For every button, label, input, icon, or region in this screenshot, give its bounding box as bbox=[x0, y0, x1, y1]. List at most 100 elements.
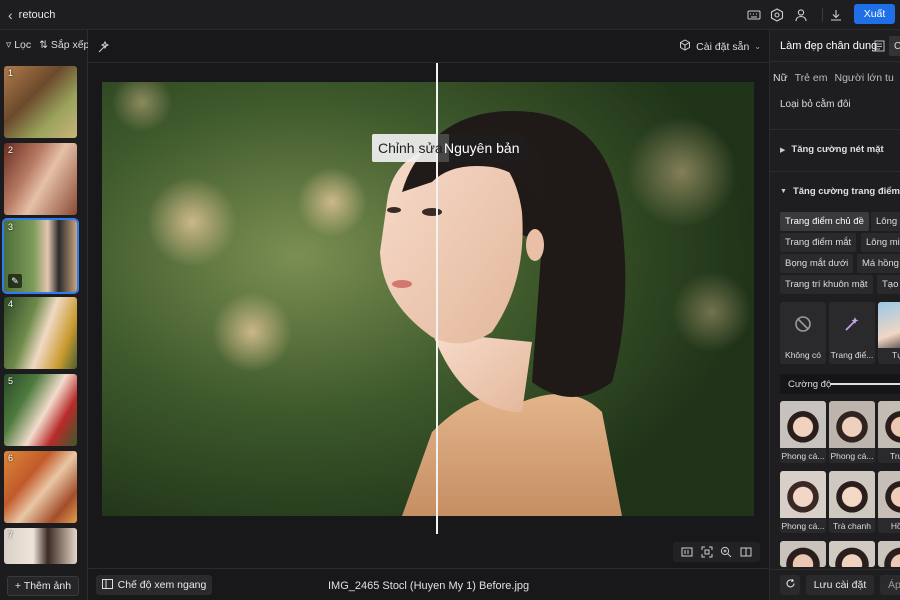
tab-children[interactable]: Trẻ em bbox=[795, 72, 828, 84]
style-thumbnail bbox=[780, 541, 826, 567]
save-settings-button[interactable]: Lưu cài đặt bbox=[806, 575, 874, 595]
style-label: Phong cá... bbox=[781, 451, 825, 461]
split-view-icon bbox=[101, 578, 113, 592]
filter-button[interactable]: ▿ Lọc bbox=[6, 39, 31, 51]
chip-contour[interactable]: Tạo k bbox=[877, 275, 900, 294]
chip-eye-makeup[interactable]: Trang điểm mắt bbox=[780, 233, 857, 252]
style-thumbnail bbox=[829, 471, 875, 518]
photo-thumbnail-selected[interactable]: 3 ✎ bbox=[2, 218, 79, 294]
top-bar: ‹ retouch Xuất bbox=[0, 0, 900, 30]
thumbnail-number: 6 bbox=[8, 453, 14, 463]
caret-right-icon: ▶ bbox=[780, 146, 786, 154]
makeup-auto-card[interactable]: Trang điể... bbox=[829, 302, 875, 364]
makeup-style-card[interactable] bbox=[780, 541, 826, 567]
makeup-none-card[interactable]: Không có bbox=[780, 302, 826, 364]
apply-button[interactable]: Áp bbox=[880, 575, 900, 595]
download-icon[interactable] bbox=[828, 7, 844, 23]
makeup-style-card[interactable]: Phong cá... bbox=[780, 471, 826, 533]
adjustments-panel: Làm đẹp chân dung Cl Nữ Trẻ em Người lớn… bbox=[769, 30, 900, 600]
card-label: Không có bbox=[785, 350, 821, 360]
filmstrip-toolbar: ▿ Lọc ⇅ Sắp xếp bbox=[6, 39, 89, 51]
preset-dropdown[interactable]: Cài đặt sẵn ⌄ bbox=[679, 39, 761, 54]
photo-thumbnail[interactable]: 5 bbox=[4, 374, 77, 446]
chip-eyelash[interactable]: Lông mi bbox=[861, 233, 900, 252]
file-name: IMG_2465 Stocl (Huyen My 1) Before.jpg bbox=[328, 580, 530, 592]
zoom-toolbar bbox=[673, 542, 760, 562]
edited-badge-icon: ✎ bbox=[8, 274, 22, 288]
makeup-style-card[interactable]: Trung bbox=[878, 401, 900, 463]
photo-thumbnail[interactable]: 6 bbox=[4, 451, 77, 523]
caret-down-icon: ▼ bbox=[780, 188, 787, 195]
remove-double-chin-option[interactable]: Loại bỏ cằm đôi bbox=[780, 99, 851, 110]
chip-eyebrow[interactable]: Lông bbox=[871, 212, 900, 231]
back-button[interactable]: ‹ retouch bbox=[8, 6, 55, 24]
magic-wand-icon[interactable] bbox=[97, 40, 111, 54]
style-thumbnail bbox=[780, 401, 826, 448]
canvas-area: Cài đặt sẵn ⌄ Chỉnh sửa Nguyên bản Chế đ… bbox=[88, 30, 769, 600]
makeup-style-card[interactable]: Phong cá... bbox=[780, 401, 826, 463]
style-label: Phong cá... bbox=[781, 521, 825, 531]
add-photo-button[interactable]: + Thêm ảnh bbox=[7, 576, 79, 596]
panel-title: Làm đẹp chân dung bbox=[780, 40, 878, 52]
view-mode-button[interactable]: Chế độ xem ngang bbox=[96, 575, 212, 595]
section-face-enhance[interactable]: ▶ Tăng cường nét mặt bbox=[780, 144, 884, 155]
intensity-label: Cường độ bbox=[788, 378, 832, 390]
sort-button[interactable]: ⇅ Sắp xếp bbox=[39, 39, 89, 51]
sparkle-wand-icon bbox=[842, 314, 862, 334]
makeup-style-card[interactable]: Hồng bbox=[878, 471, 900, 533]
cube-icon bbox=[679, 39, 691, 54]
actual-size-icon[interactable] bbox=[681, 546, 693, 558]
chip-under-eye[interactable]: Bọng mắt dưới bbox=[780, 254, 854, 273]
style-label: Trà chanh bbox=[833, 521, 871, 531]
makeup-style-card[interactable] bbox=[878, 541, 900, 567]
card-label: Trang điể... bbox=[830, 350, 874, 360]
style-label: Trung bbox=[890, 451, 900, 461]
makeup-style-card[interactable]: Trà chanh bbox=[829, 471, 875, 533]
document-icon[interactable] bbox=[874, 40, 886, 52]
user-icon[interactable] bbox=[793, 7, 809, 23]
divider bbox=[770, 569, 900, 570]
slider-track[interactable] bbox=[830, 383, 900, 385]
makeup-style-card[interactable]: Phong cá... bbox=[829, 401, 875, 463]
tab-female[interactable]: Nữ bbox=[773, 72, 788, 84]
compare-view-icon[interactable] bbox=[740, 546, 752, 558]
panel-header-button[interactable]: Cl bbox=[889, 36, 900, 56]
thumbnail-number: 4 bbox=[8, 299, 14, 309]
divider bbox=[88, 568, 769, 569]
makeup-natural-card[interactable]: Tự n bbox=[878, 302, 900, 364]
chip-face-decoration[interactable]: Trang trí khuôn mặt bbox=[780, 275, 873, 294]
thumbnail-number: 1 bbox=[8, 68, 14, 78]
card-thumbnail bbox=[878, 302, 900, 348]
divider bbox=[770, 129, 900, 130]
divider bbox=[770, 61, 900, 62]
divider bbox=[770, 171, 900, 172]
chip-theme-makeup[interactable]: Trang điểm chủ đề bbox=[780, 212, 869, 231]
thumbnail-number: 3 bbox=[8, 222, 14, 232]
divider bbox=[88, 62, 769, 63]
thumbnail-number: 5 bbox=[8, 376, 14, 386]
tab-elderly[interactable]: Người lớn tu bbox=[835, 72, 894, 84]
toolbar-divider bbox=[822, 8, 823, 22]
style-thumbnail bbox=[829, 401, 875, 448]
reset-button[interactable] bbox=[780, 575, 800, 595]
style-label: Phong cá... bbox=[830, 451, 874, 461]
settings-icon[interactable] bbox=[769, 7, 785, 23]
keyboard-icon[interactable] bbox=[746, 7, 762, 23]
style-label: Hồng bbox=[890, 521, 900, 531]
preset-label: Cài đặt sẵn bbox=[696, 40, 750, 53]
makeup-style-card[interactable] bbox=[829, 541, 875, 567]
style-thumbnail bbox=[878, 401, 900, 448]
photo-thumbnail[interactable]: 4 bbox=[4, 297, 77, 369]
view-mode-label: Chế độ xem ngang bbox=[117, 579, 207, 591]
style-thumbnail bbox=[780, 471, 826, 518]
intensity-slider[interactable]: Cường độ bbox=[780, 374, 900, 394]
style-thumbnail bbox=[878, 541, 900, 567]
chip-blush[interactable]: Má hồng bbox=[857, 254, 900, 273]
fit-screen-icon[interactable] bbox=[701, 546, 713, 558]
photo-thumbnail[interactable]: 2 bbox=[4, 143, 77, 215]
export-button[interactable]: Xuất bbox=[854, 4, 895, 24]
zoom-in-icon[interactable] bbox=[720, 546, 732, 558]
photo-thumbnail[interactable]: 1 bbox=[4, 66, 77, 138]
photo-thumbnail[interactable]: 7 bbox=[4, 528, 77, 564]
section-makeup-enhance[interactable]: ▼ Tăng cường trang điểm bbox=[780, 186, 900, 197]
